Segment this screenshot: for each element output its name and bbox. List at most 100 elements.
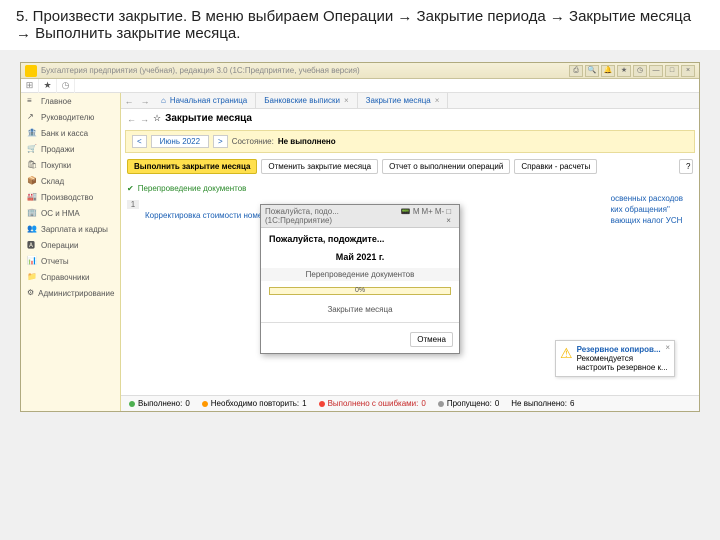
op-item-partial[interactable]: ких обращения" [611, 204, 683, 215]
right-ops-column: освенных расходов ких обращения" вающих … [611, 193, 683, 226]
help-button[interactable]: ? [679, 159, 693, 174]
building-icon: 🏢 [27, 208, 37, 218]
sidebar-label: Банк и касса [41, 129, 88, 138]
status-count: 0 [185, 399, 189, 408]
star-icon[interactable]: ☆ [153, 113, 161, 124]
tab-label: Банковские выписки [264, 96, 340, 105]
dialog-step-closing: Закрытие месяца [269, 301, 451, 318]
status-count: 0 [495, 399, 499, 408]
op-item-partial[interactable]: вающих налог УСН [611, 215, 683, 226]
sidebar-label: Руководителю [41, 113, 94, 122]
link-text: Перепроведение документов [138, 184, 247, 193]
dialog-step-reposting: Перепроведение документов [261, 268, 459, 281]
close-icon[interactable]: × [344, 96, 349, 105]
dialog-calc-icon[interactable]: 📟 [401, 207, 411, 225]
sidebar-label: Администрирование [38, 289, 114, 298]
sidebar-item-main[interactable]: ≡Главное [21, 93, 120, 109]
win-bell-button[interactable]: 🔔 [601, 65, 615, 77]
sidebar-item-bank[interactable]: 🏦 Банк и касса [21, 125, 120, 141]
sidebar-item-refs[interactable]: 📁Справочники [21, 269, 120, 285]
win-maximize-button[interactable]: □ [665, 65, 679, 77]
reposting-link[interactable]: ✔Перепроведение документов [127, 182, 693, 195]
tab-bar: ← → ⌂ Начальная страница Банковские выпис… [121, 93, 699, 109]
report-button[interactable]: Отчет о выполнении операций [382, 159, 510, 174]
refs-button[interactable]: Справки - расчеты [514, 159, 597, 174]
op-item-partial[interactable]: освенных расходов [611, 193, 683, 204]
win-minimize-button[interactable]: — [649, 65, 663, 77]
status-dot-done [129, 401, 135, 407]
win-print-button[interactable]: ⎙ [569, 65, 583, 77]
sidebar-label: Склад [41, 177, 64, 186]
dialog-close-icon[interactable]: □ × [446, 207, 455, 225]
status-label: Необходимо повторить: [211, 399, 299, 408]
win-close-button[interactable]: × [681, 65, 695, 77]
section-number: 1 [127, 200, 139, 209]
tab-label: Начальная страница [170, 96, 247, 105]
backup-toast: ⚠ Резервное копиров... Рекомендуется нас… [555, 340, 675, 377]
status-count: 1 [302, 399, 306, 408]
sidebar-item-operations[interactable]: 🅰Операции [21, 237, 120, 253]
tab-bank-statements[interactable]: Банковские выписки × [256, 93, 357, 108]
toast-body: Рекомендуется настроить резервное к... [577, 354, 670, 372]
status-count: 6 [570, 399, 574, 408]
home-icon: ≡ [27, 96, 37, 106]
sidebar-item-assets[interactable]: 🏢ОС и НМА [21, 205, 120, 221]
sidebar-item-purchases[interactable]: 🛍 Покупки [21, 157, 120, 173]
box-icon: 📦 [27, 176, 37, 186]
ribbon-apps-icon[interactable]: ⊞ [21, 79, 39, 93]
period-field[interactable]: Июнь 2022 [151, 135, 209, 148]
sidebar-item-warehouse[interactable]: 📦 Склад [21, 173, 120, 189]
window-title: Бухгалтерия предприятия (учебная), редак… [41, 66, 569, 75]
dialog-mplus-icon[interactable]: M+ [422, 207, 433, 225]
period-prev-button[interactable]: < [132, 135, 147, 148]
tab-home[interactable]: ⌂ Начальная страница [153, 93, 256, 108]
report-icon: 📊 [27, 256, 37, 266]
ribbon-history-icon[interactable]: ◷ [57, 79, 75, 93]
back-icon[interactable]: ← [127, 114, 136, 124]
status-bar: Выполнено: 0 Необходимо повторить: 1 Вып… [121, 395, 699, 411]
cancel-close-button[interactable]: Отменить закрытие месяца [261, 159, 378, 174]
sidebar-label: Зарплата и кадры [41, 225, 108, 234]
dialog-cancel-button[interactable]: Отмена [410, 332, 453, 347]
dialog-titlebar: Пожалуйста, подо... (1С:Предприятие) 📟 M… [261, 205, 459, 228]
ribbon-star-icon[interactable]: ★ [39, 79, 57, 93]
win-star-button[interactable]: ★ [617, 65, 631, 77]
warning-icon: ⚠ [560, 345, 573, 372]
status-dot-skip [438, 401, 444, 407]
factory-icon: 🏭 [27, 192, 37, 202]
dialog-m-icon[interactable]: M [413, 207, 420, 225]
sidebar: ≡Главное ↗ Руководителю 🏦 Банк и касса 🛒Пр… [21, 93, 121, 411]
page-title: Закрытие месяца [165, 113, 252, 124]
close-icon[interactable]: × [665, 343, 670, 352]
status-count: 0 [421, 399, 425, 408]
bank-icon: 🏦 [27, 128, 37, 138]
dialog-mminus-icon[interactable]: M- [435, 207, 444, 225]
home-icon: ⌂ [161, 96, 166, 105]
tab-month-close[interactable]: Закрытие месяца× [358, 93, 449, 108]
tab-nav-back[interactable]: ← [121, 93, 137, 108]
chart-icon: ↗ [27, 112, 37, 122]
close-icon[interactable]: × [435, 96, 440, 105]
period-next-button[interactable]: > [213, 135, 228, 148]
execute-close-button[interactable]: Выполнить закрытие месяца [127, 159, 257, 174]
tab-nav-fwd[interactable]: → [137, 93, 153, 108]
sidebar-item-production[interactable]: 🏭Производство [21, 189, 120, 205]
sidebar-label: Отчеты [41, 257, 69, 266]
toast-title[interactable]: Резервное копиров... [577, 345, 670, 354]
win-search-button[interactable]: 🔍 [585, 65, 599, 77]
win-clock-button[interactable]: ◷ [633, 65, 647, 77]
bag-icon: 🛍 [27, 160, 37, 170]
sidebar-item-sales[interactable]: 🛒Продажи [21, 141, 120, 157]
gear-icon: ⚙ [27, 288, 34, 298]
sidebar-item-manager[interactable]: ↗ Руководителю [21, 109, 120, 125]
folder-icon: 📁 [27, 272, 37, 282]
ribbon-bar: ⊞ ★ ◷ [21, 79, 699, 93]
status-dot-error [319, 401, 325, 407]
sidebar-item-admin[interactable]: ⚙ Администрирование [21, 285, 120, 301]
sidebar-item-reports[interactable]: 📊 Отчеты [21, 253, 120, 269]
sidebar-item-salary[interactable]: 👥Зарплата и кадры [21, 221, 120, 237]
sidebar-label: Покупки [41, 161, 71, 170]
forward-icon[interactable]: → [140, 114, 149, 124]
status-label: Пропущено: [447, 399, 492, 408]
state-label: Состояние: [232, 137, 274, 146]
